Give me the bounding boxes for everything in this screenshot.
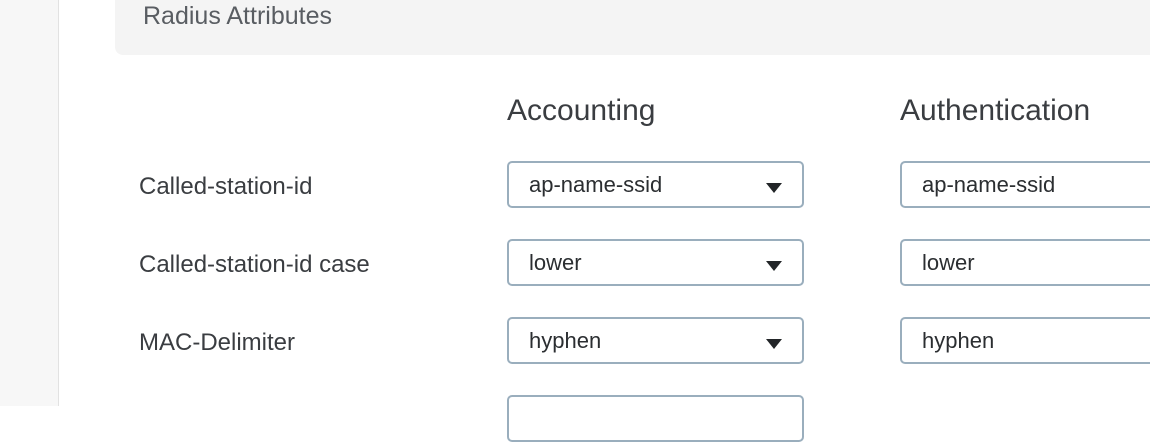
caret-down-icon [766,339,782,349]
select-value: hyphen [922,328,995,353]
authentication-called-station-id-select[interactable]: ap-name-ssid [900,161,1150,208]
accounting-called-station-id-select[interactable]: ap-name-ssid [507,161,804,208]
caret-down-icon [766,183,782,193]
column-header-authentication: Authentication [900,94,1091,127]
authentication-mac-delimiter-select[interactable]: hyphen [900,317,1150,364]
accounting-called-station-id-case-select[interactable]: lower [507,239,804,286]
row-label-mac-delimiter: MAC-Delimiter [139,329,295,356]
select-value: ap-name-ssid [529,172,663,197]
caret-down-icon [766,261,782,271]
row-label-called-station-id: Called-station-id [139,173,313,200]
accounting-mac-delimiter-select[interactable]: hyphen [507,317,804,364]
authentication-called-station-id-case-select[interactable]: lower [900,239,1150,286]
accounting-next-select[interactable] [507,395,804,442]
select-value: ap-name-ssid [922,172,1056,197]
select-value: lower [922,250,975,275]
left-gutter [0,0,59,406]
select-value: lower [529,250,582,275]
column-header-accounting: Accounting [507,94,656,127]
section-title: Radius Attributes [143,2,332,30]
row-label-called-station-id-case: Called-station-id case [139,251,370,278]
select-value: hyphen [529,328,602,353]
